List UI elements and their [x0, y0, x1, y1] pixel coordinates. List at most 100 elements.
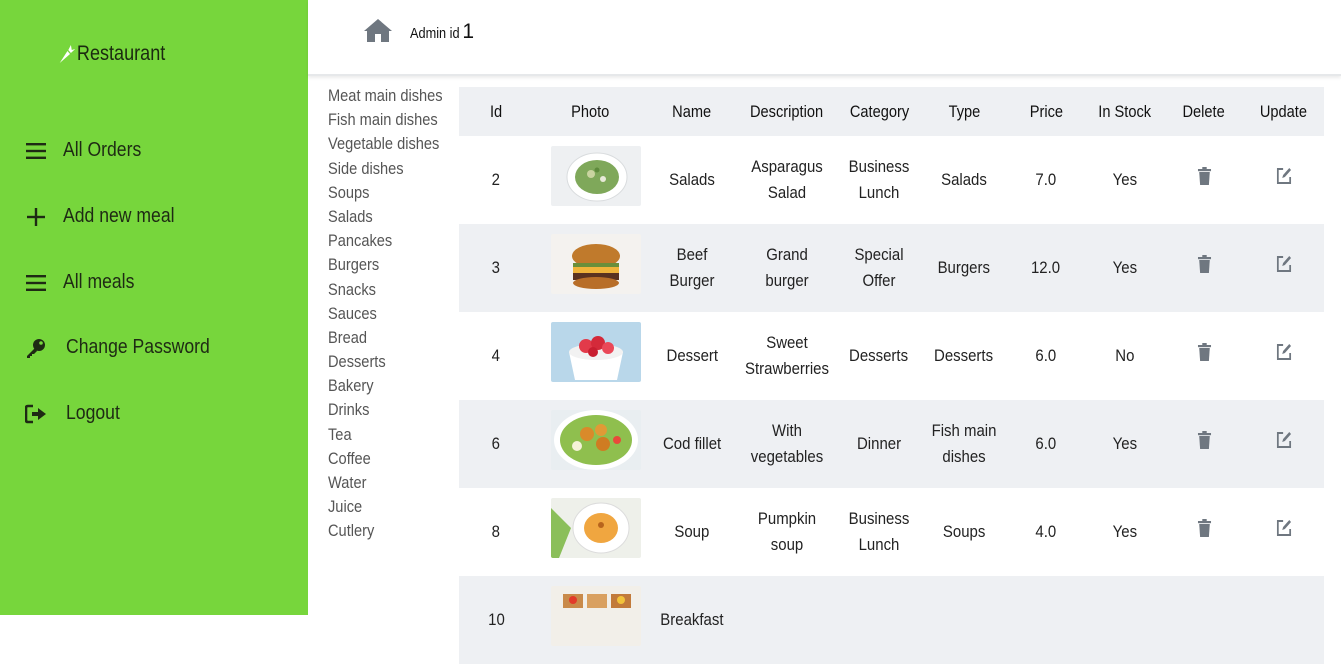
cell-photo [533, 234, 647, 302]
category-item[interactable]: Salads [328, 205, 443, 229]
table-row: 10 Breakfast [459, 576, 1324, 664]
category-item[interactable]: Snacks [328, 278, 443, 302]
cell-photo [533, 586, 647, 654]
trash-icon[interactable] [1197, 343, 1211, 369]
category-item[interactable]: Meat main dishes [328, 84, 443, 108]
category-item[interactable]: Bread [328, 326, 443, 350]
cell-type: Burgers [937, 258, 991, 277]
cell-update [1243, 519, 1324, 545]
cell-id: 2 [491, 170, 501, 189]
cell-id: 10 [487, 610, 505, 629]
category-item[interactable]: Side dishes [328, 157, 443, 181]
top-bar: Admin id 1 [308, 0, 1341, 76]
edit-icon[interactable] [1276, 431, 1292, 457]
cell-description: Pumpkin soup [757, 509, 817, 554]
edit-icon[interactable] [1276, 167, 1292, 193]
header-delete: Delete [1182, 101, 1226, 121]
cell-delete [1165, 343, 1243, 369]
cell-delete [1165, 431, 1243, 457]
table-row: 3 Beef Burger Grand burger Special Offer… [459, 224, 1324, 312]
cell-delete [1165, 255, 1243, 281]
trash-icon[interactable] [1197, 431, 1211, 457]
meal-photo [551, 498, 641, 558]
home-icon[interactable] [363, 17, 393, 48]
table-header: Id Photo Name Description Category Type … [459, 87, 1324, 136]
cell-name: Cod fillet [662, 434, 722, 453]
category-item[interactable]: Bakery [328, 374, 443, 398]
key-icon [25, 337, 47, 359]
category-item[interactable]: Burgers [328, 253, 443, 277]
category-item[interactable]: Tea [328, 423, 443, 447]
cell-price [1007, 607, 1085, 633]
cell-type: Salads [941, 170, 987, 189]
nav-all-orders[interactable]: All Orders [25, 139, 152, 162]
cell-category: Business Lunch [848, 157, 910, 202]
header-id: Id [489, 101, 503, 121]
cell-description: With vegetables [750, 421, 824, 466]
category-item[interactable]: Fish main dishes [328, 108, 443, 132]
bars-icon [25, 140, 47, 162]
meal-photo [551, 146, 641, 206]
category-item[interactable]: Desserts [328, 350, 443, 374]
nav-logout[interactable]: Logout [25, 402, 127, 425]
header-type: Type [948, 101, 980, 121]
cell-price: 12.0 [1031, 258, 1061, 277]
category-item[interactable]: Pancakes [328, 229, 443, 253]
nav-all-meals[interactable]: All meals [25, 271, 144, 294]
category-item[interactable]: Coffee [328, 447, 443, 471]
cell-type [921, 607, 1007, 633]
cell-delete [1165, 167, 1243, 193]
cell-name: Beef Burger [669, 245, 715, 290]
category-item[interactable]: Soups [328, 181, 443, 205]
cell-category: Business Lunch [848, 509, 910, 554]
table-row: 6 Cod fillet With vegetables Dinner Fish… [459, 400, 1324, 488]
category-item[interactable]: Sauces [328, 302, 443, 326]
admin-id: 1 [462, 20, 475, 43]
category-item[interactable]: Drinks [328, 398, 443, 422]
header-photo: Photo [570, 101, 610, 121]
cell-photo [533, 410, 647, 478]
carrot-icon [59, 45, 76, 63]
nav-label: Change Password [66, 336, 210, 358]
meal-photo [551, 322, 641, 382]
cell-price: 4.0 [1035, 522, 1057, 541]
meals-table: Id Photo Name Description Category Type … [459, 87, 1324, 664]
trash-icon[interactable] [1197, 255, 1211, 281]
cell-in-stock [1085, 607, 1165, 633]
category-item[interactable]: Vegetable dishes [328, 132, 443, 156]
trash-icon[interactable] [1197, 167, 1211, 193]
cell-category: Dinner [856, 434, 902, 453]
category-item[interactable]: Juice [328, 495, 443, 519]
edit-icon[interactable] [1276, 255, 1292, 281]
nav-label: Logout [66, 402, 120, 424]
table-row: 4 Dessert Sweet Strawberries Desserts De… [459, 312, 1324, 400]
meal-photo [551, 586, 641, 646]
cell-in-stock: Yes [1112, 258, 1138, 277]
cell-delete [1165, 519, 1243, 545]
cell-price: 6.0 [1035, 434, 1057, 453]
cell-name: Dessert [666, 346, 718, 365]
brand-logo[interactable]: Restaurant [58, 42, 165, 66]
cell-in-stock: Yes [1112, 170, 1138, 189]
admin-label: Admin id [410, 25, 460, 42]
cell-name: Soup [674, 522, 710, 541]
admin-info: Admin id 1 [410, 20, 474, 44]
edit-icon[interactable] [1276, 343, 1292, 369]
edit-icon[interactable] [1276, 519, 1292, 545]
category-list: Meat main dishes Fish main dishes Vegeta… [328, 84, 461, 544]
cell-price: 7.0 [1035, 170, 1057, 189]
category-item[interactable]: Cutlery [328, 519, 443, 543]
logout-icon [25, 403, 47, 425]
trash-icon[interactable] [1197, 519, 1211, 545]
table-row: 8 Soup Pumpkin soup Business Lunch Soups… [459, 488, 1324, 576]
cell-description [737, 607, 837, 633]
category-item[interactable]: Water [328, 471, 443, 495]
nav-label: All meals [63, 271, 135, 293]
meal-photo [551, 410, 641, 470]
header-update: Update [1259, 101, 1308, 121]
nav-add-new-meal[interactable]: Add new meal [25, 205, 190, 228]
cell-id: 3 [491, 258, 501, 277]
cell-category [837, 607, 921, 633]
nav-change-password[interactable]: Change Password [25, 336, 229, 359]
cell-type: Fish main dishes [931, 421, 997, 466]
